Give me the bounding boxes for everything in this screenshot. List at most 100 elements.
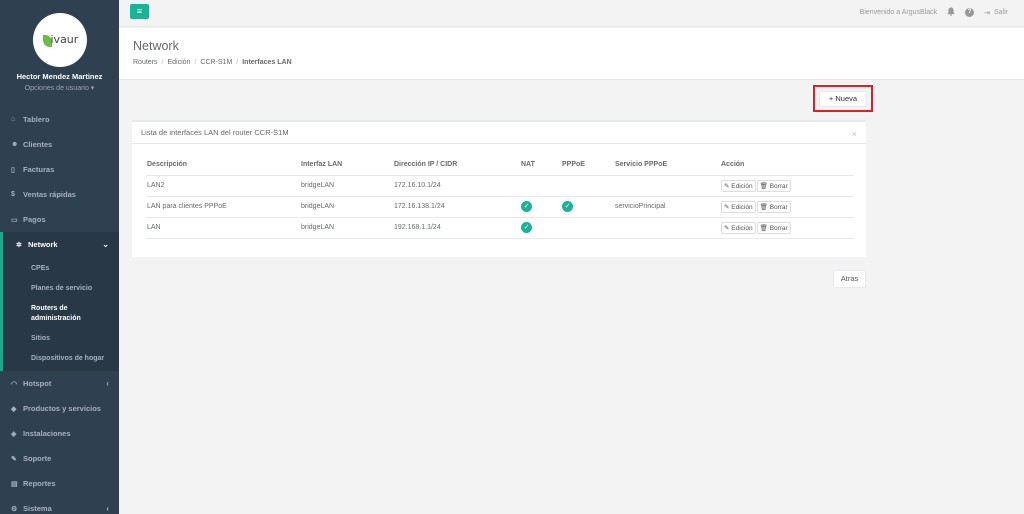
user-options-dropdown[interactable]: Opciones de usuario ▾ xyxy=(0,84,119,92)
sidebar-item-tablero[interactable]: ⌂ Tablero xyxy=(0,107,119,132)
close-icon[interactable]: × xyxy=(852,129,857,139)
check-circle-icon: ✓ xyxy=(521,222,532,233)
delete-button[interactable]: 🗑 Borrar xyxy=(756,200,791,213)
file-icon: ▯ xyxy=(11,166,15,174)
delete-button[interactable]: 🗑 Borrar xyxy=(756,221,791,234)
sidebar-item-clientes[interactable]: ☻ Clientes xyxy=(0,132,119,157)
breadcrumb-router[interactable]: CCR-S1M xyxy=(200,59,232,66)
dashboard-icon: ⌂ xyxy=(11,116,16,123)
cell-nat xyxy=(520,175,561,197)
breadcrumb: Routers / Edición / CCR-S1M / Interfaces… xyxy=(133,59,1024,66)
cell-pppoe: ✓ xyxy=(561,196,614,218)
sidebar-item-label: Facturas xyxy=(23,165,55,174)
atras-button[interactable]: Atras xyxy=(833,270,866,288)
sidebar-item-label: Network xyxy=(28,240,58,249)
submenu-item-cpes[interactable]: CPEs xyxy=(3,259,119,279)
cell-pppoe xyxy=(561,217,614,239)
page-header: Network Routers / Edición / CCR-S1M / In… xyxy=(119,28,1024,80)
cell-accion: ✎ Edición 🗑 Borrar xyxy=(720,196,854,218)
sidebar-item-productos-y-servicios[interactable]: ◆ Productos y servicios xyxy=(0,396,119,421)
delete-button[interactable]: 🗑 Borrar xyxy=(756,179,791,192)
cell-ip: 172.16.138.1/24 xyxy=(393,196,520,218)
submenu-item-sitios[interactable]: Sitios xyxy=(3,329,119,349)
network-icon: ✲ xyxy=(16,241,22,249)
dollar-icon: $ xyxy=(11,191,15,198)
sidebar-nav: ⌂ Tablero ☻ Clientes ▯ Facturas $ Ventas rápida… xyxy=(0,107,119,514)
network-submenu: CPEs Planes de servicio Routers de adminis… xyxy=(0,257,119,371)
sidebar-item-facturas[interactable]: ▯ Facturas xyxy=(0,157,119,182)
breadcrumb-routers[interactable]: Routers xyxy=(133,59,158,66)
sidebar-item-label: Productos y servicios xyxy=(23,404,101,413)
chevron-icon: ‹ xyxy=(106,379,109,388)
sidebar-item-label: Instalaciones xyxy=(23,429,71,438)
menu-toggle-button[interactable]: ≡ xyxy=(130,4,149,19)
breadcrumb-separator: / xyxy=(236,59,239,66)
breadcrumb-current: Interfaces LAN xyxy=(242,59,292,66)
sidebar-item-reportes[interactable]: ▤ Reportes xyxy=(0,471,119,496)
cell-servicio xyxy=(614,175,720,197)
column-header: Servicio PPPoE xyxy=(614,155,720,176)
nueva-button[interactable]: + Nueva xyxy=(819,91,867,107)
sidebar-item-sistema[interactable]: ⚙ Sistema ‹ xyxy=(0,496,119,514)
breadcrumb-separator: / xyxy=(194,59,197,66)
cell-pppoe xyxy=(561,175,614,197)
logout-icon[interactable]: ⇥ xyxy=(984,9,990,17)
cell-nat: ✓ xyxy=(520,217,561,239)
sidebar-item-label: Sistema xyxy=(23,504,52,513)
topbar: ≡ Bienvenido a ArgusBlack ? ⇥ Salir xyxy=(119,0,1024,27)
lan-interfaces-table: Descripción Interfaz LAN Dirección IP / … xyxy=(146,155,854,239)
check-circle-icon: ✓ xyxy=(562,201,573,212)
sidebar-item-network[interactable]: ✲ Network ⌄ xyxy=(0,232,119,257)
topbar-right: Bienvenido a ArgusBlack ? ⇥ Salir xyxy=(860,7,1008,18)
welcome-text: Bienvenido a ArgusBlack xyxy=(859,9,938,16)
sidebar-item-label: Tablero xyxy=(23,115,50,124)
bell-icon[interactable] xyxy=(947,7,955,18)
help-icon[interactable]: ? xyxy=(965,8,975,17)
column-header: Descripción xyxy=(146,155,300,176)
breadcrumb-edicion[interactable]: Edición xyxy=(167,59,190,66)
users-icon: ☻ xyxy=(11,141,19,148)
page-title: Network xyxy=(133,39,179,53)
brand-logo[interactable]: ivaur xyxy=(32,13,87,67)
brand-logo-text: ivaur xyxy=(50,33,79,46)
column-header: NAT xyxy=(520,155,561,176)
chevron-icon: ⌄ xyxy=(102,240,109,249)
sidebar-item-label: Clientes xyxy=(23,140,53,149)
table-row: LAN para clientes PPPoE bridgeLAN 172.16.1… xyxy=(146,196,854,218)
edit-button[interactable]: ✎ Edición xyxy=(721,221,756,234)
cell-descripcion: LAN2 xyxy=(146,175,300,197)
cell-ip: 192.168.1.1/24 xyxy=(393,217,520,239)
cell-servicio xyxy=(614,217,720,239)
panel-header: Lista de interfaces LAN del router CCR-S… xyxy=(132,122,866,144)
sidebar-item-label: Soporte xyxy=(23,454,52,463)
user-name: Hector Mendez Martinez xyxy=(16,72,103,81)
breadcrumb-separator: / xyxy=(161,59,164,66)
column-header: Interfaz LAN xyxy=(300,155,393,176)
sidebar-item-label: Reportes xyxy=(23,479,56,488)
profile-header: ivaur Hector Mendez Martinez Opciones de… xyxy=(0,0,119,107)
cell-ip: 172.16.10.1/24 xyxy=(393,175,520,197)
table-row: LAN bridgeLAN 192.168.1.1/24 ✓ ✎ Edición 🗑 Bo… xyxy=(146,217,854,239)
sidebar-item-hotspot[interactable]: ◠ Hotspot ‹ xyxy=(0,371,119,396)
cell-accion: ✎ Edición 🗑 Borrar xyxy=(720,175,854,197)
tools-icon: ✎ xyxy=(11,455,17,463)
sidebar-item-label: Hotspot xyxy=(23,379,52,388)
column-header: Dirección IP / CIDR xyxy=(393,155,520,176)
submenu-item-planes-de-servicio[interactable]: Planes de servicio xyxy=(3,279,119,299)
check-circle-icon: ✓ xyxy=(521,201,532,212)
sidebar-item-instalaciones[interactable]: ◈ Instalaciones xyxy=(0,421,119,446)
sidebar-item-soporte[interactable]: ✎ Soporte xyxy=(0,446,119,471)
logout-link[interactable]: Salir xyxy=(994,9,1008,16)
submenu-item-routers-de-administraci-n[interactable]: Routers de administración xyxy=(3,299,119,329)
edit-button[interactable]: ✎ Edición xyxy=(721,179,756,192)
edit-button[interactable]: ✎ Edición xyxy=(721,200,756,213)
cell-descripcion: LAN xyxy=(146,217,300,239)
submenu-item-dispositivos-de-hogar[interactable]: Dispositivos de hogar xyxy=(3,349,119,369)
sidebar-item-pagos[interactable]: ▭ Pagos xyxy=(0,207,119,232)
sidebar-item-ventas-r-pidas[interactable]: $ Ventas rápidas xyxy=(0,182,119,207)
cogs-icon: ⚙ xyxy=(11,505,18,513)
cell-nat: ✓ xyxy=(520,196,561,218)
cell-interfaz: bridgeLAN xyxy=(300,175,393,197)
wrench-icon: ◈ xyxy=(11,430,17,438)
nueva-highlight-box: + Nueva xyxy=(813,85,873,112)
